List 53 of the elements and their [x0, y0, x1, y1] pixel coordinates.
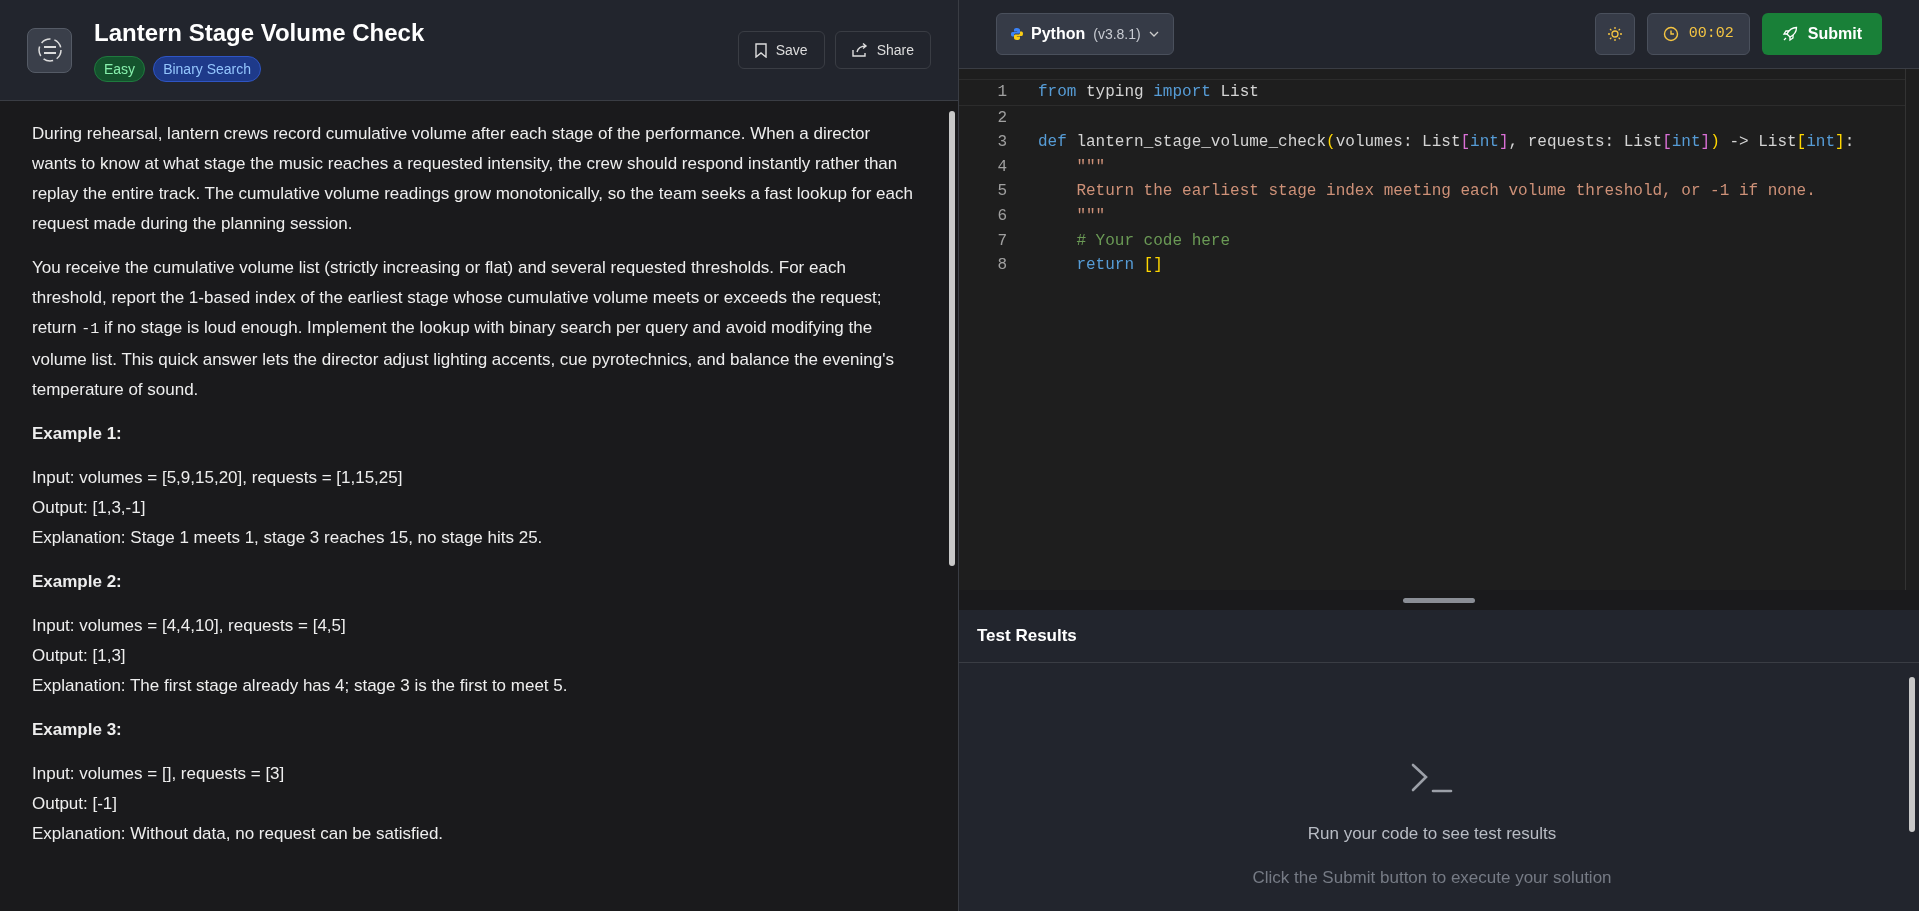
example-line: Explanation: Without data, no request can be satisfied. [32, 823, 445, 845]
example-line: Input: volumes = [5,9,15,20], requests = [1,15,25] [32, 467, 404, 489]
logo-icon [27, 27, 72, 73]
language-select[interactable]: Python (v3.8.1) [996, 13, 1174, 55]
timer: 00:02 [1646, 13, 1750, 55]
line-number: 2 [996, 107, 1007, 129]
code-line: def lantern_stage_volume_check(volumes: List[int], requests: List[int]) -> List[int]: [1037, 132, 1855, 154]
scrollbar-thumb[interactable] [1909, 677, 1915, 832]
code-line: return [] [1075, 255, 1163, 277]
share-button[interactable]: Share [834, 31, 931, 69]
topic-tag: Binary Search [153, 56, 262, 82]
example-line: Output: [1,3] [32, 645, 127, 667]
line-number: 8 [996, 255, 1007, 277]
sun-icon [1606, 26, 1623, 42]
code-line: """ [1075, 205, 1106, 227]
line-number: 6 [996, 205, 1007, 227]
code-line: Return the earliest stage index meeting each volume threshold, or -1 if none. [1075, 181, 1816, 203]
example-line: Output: [-1] [32, 793, 119, 815]
code-line: """ [1075, 156, 1106, 178]
example-heading: Example 3: [32, 719, 123, 741]
difficulty-badge: Easy [94, 56, 146, 82]
bookmark-icon [754, 42, 767, 58]
python-logo-icon [1011, 28, 1023, 40]
description-paragraph: During rehearsal, lantern crews record cumulative volume after each stage of the performance. When a director wants to know at what stage the music reaches a requested intensity, the crew should respond instantly rather than replay the entire track. The cumulative volume readings grow monotonically, so the team seeks a fast lookup for each request made during the planning session. [32, 123, 914, 235]
example-line: Output: [1,3,-1] [32, 497, 147, 519]
description-paragraph: You receive the cumulative volume list (strictly increasing or flat) and several requested thresholds. For each threshold, report the 1-based index of the earliest stage whose cumulative volume meets or exceeds the request; return -1 if no stage is loud enough. Implement the lookup with binary search per query and avoid modifying the volume list. This quick answer lets the director adjust lighting accents, cue pyrotechnics, and balance the evening's temperature of sound. [32, 257, 895, 401]
code-line: # Your code here [1075, 230, 1231, 252]
share-icon [851, 43, 868, 57]
example-line: Input: volumes = [4,4,10], requests = [4,5] [32, 615, 347, 637]
empty-state-title: Run your code to see test results [1307, 823, 1557, 845]
line-number: 3 [996, 132, 1007, 154]
terminal-icon [1411, 763, 1453, 793]
example-heading: Example 1: [32, 423, 123, 445]
save-button[interactable]: Save [737, 31, 825, 69]
scrollbar-thumb[interactable] [949, 111, 955, 566]
resize-handle[interactable] [1403, 597, 1475, 603]
example-line: Input: volumes = [], requests = [3] [32, 763, 286, 785]
example-line: Explanation: The first stage already has 4; stage 3 is the first to meet 5. [32, 675, 569, 697]
line-number: 1 [996, 82, 1007, 103]
empty-state-hint: Click the Submit button to execute your solution [1252, 866, 1612, 889]
example-line: Explanation: Stage 1 meets 1, stage 3 reaches 15, no stage hits 25. [32, 527, 544, 549]
panel-title: Test Results [977, 625, 1077, 648]
theme-toggle[interactable] [1594, 13, 1635, 55]
clock-icon [1662, 26, 1679, 42]
line-number: 5 [996, 181, 1007, 203]
example-heading: Example 2: [32, 571, 123, 593]
line-number: 7 [996, 230, 1007, 252]
problem-title: Lantern Stage Volume Check [94, 18, 425, 48]
submit-button[interactable]: Submit [1761, 13, 1882, 55]
line-number: 4 [996, 156, 1007, 178]
rocket-icon [1781, 26, 1798, 42]
chevron-down-icon [1148, 31, 1159, 37]
code-line: from typing import List [1037, 82, 1259, 103]
